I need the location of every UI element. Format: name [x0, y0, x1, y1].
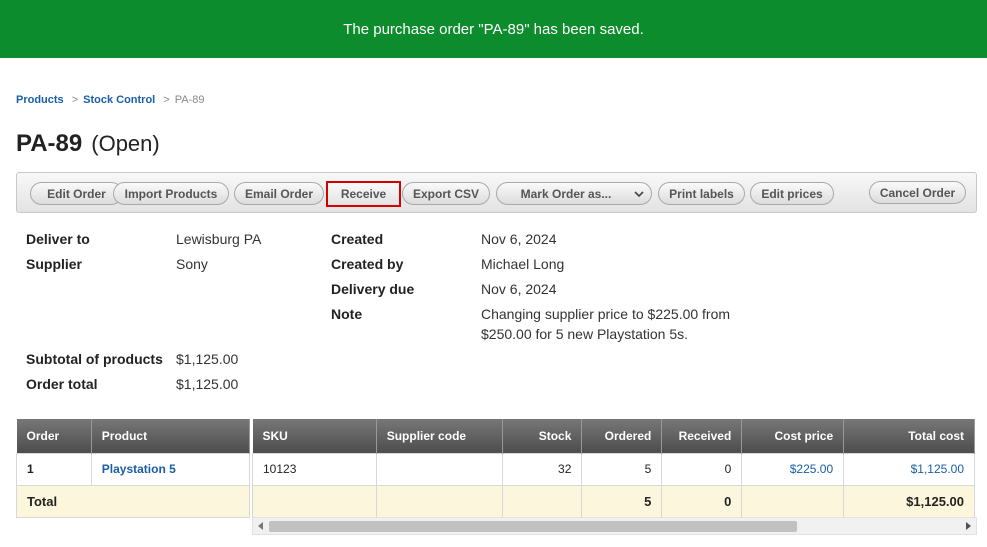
- order-code: PA-89: [16, 130, 83, 157]
- deliver-to-value: Lewisburg PA: [176, 231, 262, 247]
- total-label: Total: [16, 484, 250, 518]
- order-total-value: $1,125.00: [176, 376, 239, 392]
- breadcrumb-separator: >: [163, 94, 170, 106]
- edit-order-button[interactable]: Edit Order: [30, 182, 123, 205]
- note-value: Changing supplier price to $225.00 from …: [481, 306, 731, 342]
- breadcrumb-products[interactable]: Products: [16, 94, 64, 106]
- delivery-due-label: Delivery due: [331, 281, 415, 297]
- total-cell-supplier-code: [375, 484, 503, 518]
- horizontal-scrollbar[interactable]: [252, 517, 977, 535]
- edit-prices-button[interactable]: Edit prices: [750, 182, 834, 205]
- export-csv-button[interactable]: Export CSV: [402, 182, 490, 205]
- cell-total-cost: $1,125.00: [843, 452, 975, 486]
- cell-supplier-code: [375, 452, 503, 486]
- column-header-received[interactable]: Received: [661, 419, 743, 453]
- product-link[interactable]: Playstation 5: [102, 462, 176, 476]
- scrollbar-thumb[interactable]: [269, 521, 797, 532]
- total-received: 0: [661, 484, 743, 518]
- chevron-down-icon: [634, 191, 644, 198]
- import-products-button[interactable]: Import Products: [113, 182, 229, 205]
- cancel-order-button[interactable]: Cancel Order: [869, 181, 966, 204]
- page-title: PA-89 (Open): [16, 130, 160, 158]
- created-by-value: Michael Long: [481, 256, 565, 272]
- table-row: 1 Playstation 5: [16, 452, 251, 486]
- cell-ordered: 5: [581, 452, 663, 486]
- subtotal-value: $1,125.00: [176, 351, 239, 367]
- supplier-value: Sony: [176, 256, 208, 272]
- created-by-label: Created by: [331, 256, 404, 272]
- cell-received: 0: [661, 452, 743, 486]
- order-total-label: Order total: [26, 376, 98, 392]
- breadcrumb-current: PA-89: [174, 94, 205, 106]
- scroll-right-arrow-icon[interactable]: [966, 522, 971, 530]
- order-toolbar: Edit Order Import Products Email Order R…: [16, 172, 977, 213]
- subtotal-label: Subtotal of products: [26, 351, 163, 367]
- column-header-order[interactable]: Order: [16, 419, 92, 453]
- created-label: Created: [331, 231, 384, 247]
- mark-order-as-label: Mark Order as...: [520, 186, 612, 201]
- order-lines-table: SKU Supplier code Stock Ordered Received…: [252, 419, 975, 518]
- total-cell-cost-price: [741, 484, 845, 518]
- cell-stock: 32: [501, 452, 583, 486]
- breadcrumb-stock-control[interactable]: Stock Control: [83, 94, 155, 106]
- breadcrumb-separator: >: [71, 94, 79, 106]
- receive-button[interactable]: Receive: [326, 181, 401, 207]
- total-ordered: 5: [581, 484, 663, 518]
- total-cell-sku: [252, 484, 377, 518]
- table-row: 10123 32 5 0 $225.00 $1,125.00: [252, 452, 975, 486]
- cell-cost-price[interactable]: $225.00: [741, 452, 845, 486]
- delivery-due-value: Nov 6, 2024: [481, 281, 557, 297]
- column-header-cost-price[interactable]: Cost price: [741, 419, 845, 453]
- column-header-product[interactable]: Product: [91, 419, 251, 453]
- total-cell-stock: [501, 484, 583, 518]
- order-lines-frozen-table: Order Product 1 Playstation 5 Total: [16, 419, 251, 518]
- order-status: (Open): [91, 131, 160, 156]
- column-header-stock[interactable]: Stock: [502, 419, 583, 453]
- total-row: 5 0 $1,125.00: [252, 484, 975, 518]
- scroll-left-arrow-icon[interactable]: [258, 522, 263, 530]
- supplier-label: Supplier: [26, 256, 83, 272]
- column-header-total-cost[interactable]: Total cost: [843, 419, 975, 453]
- success-banner: The purchase order "PA-89" has been save…: [0, 0, 987, 58]
- total-row: Total: [16, 484, 250, 518]
- cell-sku: 10123: [252, 452, 377, 486]
- cell-product: Playstation 5: [90, 452, 251, 486]
- print-labels-button[interactable]: Print labels: [658, 182, 745, 205]
- breadcrumb: Products > Stock Control > PA-89: [16, 94, 204, 106]
- note-label: Note: [331, 306, 363, 322]
- mark-order-as-dropdown[interactable]: Mark Order as...: [496, 182, 652, 205]
- column-header-supplier-code[interactable]: Supplier code: [376, 419, 503, 453]
- column-header-ordered[interactable]: Ordered: [581, 419, 663, 453]
- banner-message: The purchase order "PA-89" has been save…: [343, 20, 644, 38]
- deliver-to-label: Deliver to: [26, 231, 90, 247]
- created-value: Nov 6, 2024: [481, 231, 557, 247]
- total-cost: $1,125.00: [843, 484, 975, 518]
- cell-order: 1: [16, 452, 92, 486]
- email-order-button[interactable]: Email Order: [234, 182, 324, 205]
- column-header-sku[interactable]: SKU: [252, 419, 377, 453]
